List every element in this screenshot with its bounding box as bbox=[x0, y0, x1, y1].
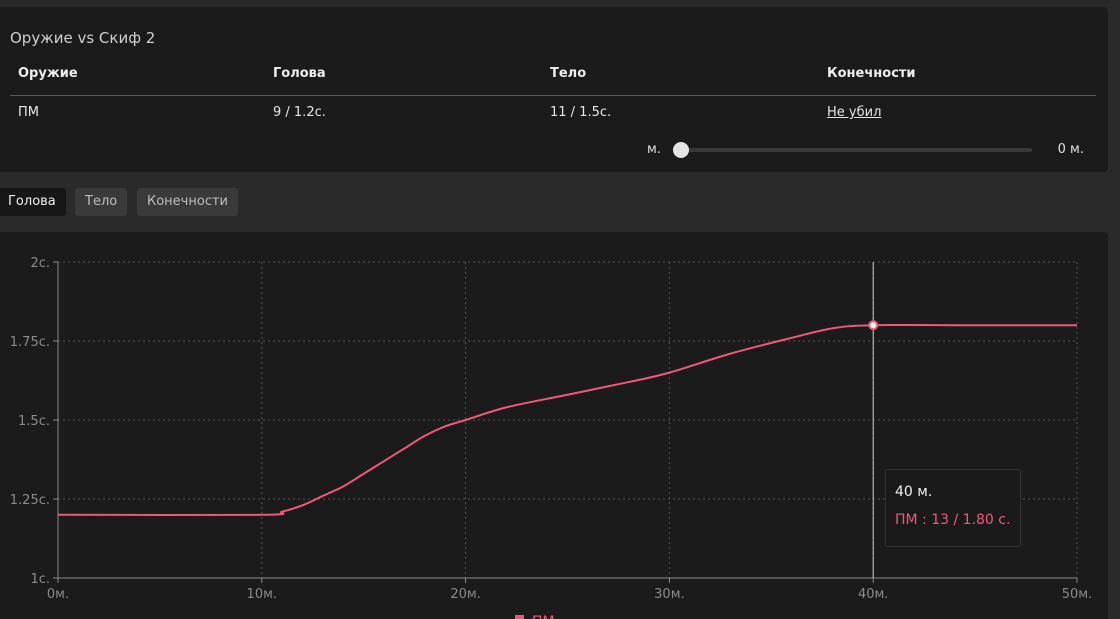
x-tick-label: 0м. bbox=[47, 587, 69, 602]
distance-slider-unit: м. bbox=[647, 142, 661, 157]
header-weapon: Оружие bbox=[18, 66, 78, 81]
legend-label: ПМ bbox=[532, 614, 555, 619]
legend-swatch bbox=[515, 615, 524, 619]
y-tick-label: 1.75с. bbox=[10, 335, 50, 350]
tab-body[interactable]: Тело bbox=[75, 188, 128, 216]
distance-slider-thumb[interactable] bbox=[673, 142, 689, 158]
y-tick-label: 1.25с. bbox=[10, 493, 50, 508]
time-to-kill-chart: 1с. 1.25с. 1.5с. 1.75с. 2с. 0м. 10м. 20м. 30м. 40… bbox=[10, 256, 1092, 619]
x-tick-label: 50м. bbox=[1062, 587, 1092, 602]
tooltip-title: 40 м. bbox=[895, 484, 933, 500]
tab-limbs[interactable]: Конечности bbox=[137, 188, 238, 216]
y-tick-label: 2с. bbox=[30, 256, 50, 271]
cell-weapon: ПМ bbox=[18, 105, 39, 120]
weapon-stats-card: Оружие vs Скиф 2 Оружие Голова Тело Коне… bbox=[0, 7, 1108, 172]
header-limbs: Конечности bbox=[827, 66, 916, 81]
y-tick-label: 1.5с. bbox=[18, 414, 50, 429]
chart-tooltip: 40 м. ПМ : 13 / 1.80 с. bbox=[885, 469, 1021, 547]
cell-head: 9 / 1.2с. bbox=[273, 105, 326, 120]
x-tick-label: 30м. bbox=[654, 587, 684, 602]
y-tick-label: 1с. bbox=[30, 572, 50, 587]
header-body: Тело bbox=[550, 66, 587, 81]
tab-head[interactable]: Голова bbox=[0, 188, 66, 216]
x-tick-label: 20м. bbox=[450, 587, 480, 602]
x-tick-label: 40м. bbox=[858, 587, 888, 602]
cell-body: 11 / 1.5с. bbox=[550, 105, 612, 120]
table-row: ПМ 9 / 1.2с. 11 / 1.5с. Не убил bbox=[10, 105, 1096, 125]
card-title: Оружие vs Скиф 2 bbox=[10, 29, 156, 47]
distance-slider-value: 0 м. bbox=[1057, 142, 1084, 157]
highlight-point bbox=[868, 320, 879, 331]
tooltip-series-value: ПМ : 13 / 1.80 с. bbox=[895, 512, 1011, 528]
header-head: Голова bbox=[273, 66, 326, 81]
distance-slider-track[interactable] bbox=[680, 148, 1032, 152]
x-tick-label: 10м. bbox=[247, 587, 277, 602]
table-divider bbox=[10, 95, 1096, 96]
table-header: Оружие Голова Тело Конечности bbox=[10, 66, 1096, 86]
chart-card: 1с. 1.25с. 1.5с. 1.75с. 2с. 0м. 10м. 20м. 30м. 40… bbox=[0, 232, 1108, 619]
cell-limbs-link[interactable]: Не убил bbox=[827, 105, 881, 120]
